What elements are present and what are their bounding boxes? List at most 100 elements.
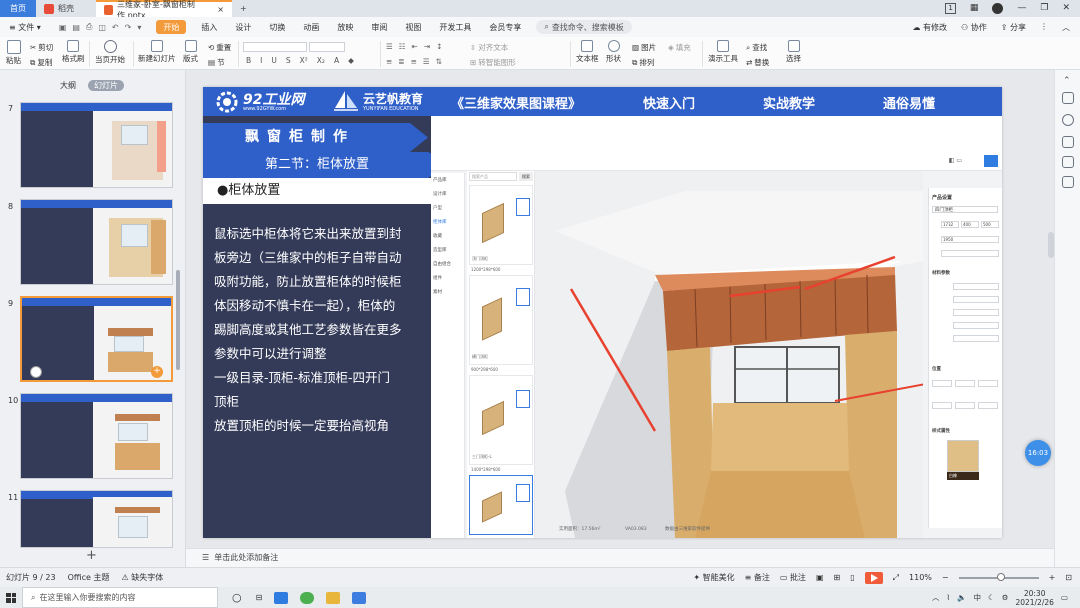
menu-start[interactable]: 开始	[156, 20, 187, 34]
shape-button[interactable]: 形状	[606, 40, 621, 64]
task-view-icon[interactable]: ○	[232, 591, 242, 604]
more-icon[interactable]: ▾	[137, 23, 141, 32]
add-icon[interactable]: +	[151, 366, 163, 378]
ime-indicator[interactable]: 中	[973, 592, 981, 603]
align-left-icon[interactable]: ≡	[386, 57, 392, 66]
reset-button[interactable]: ⟲ 重置	[208, 42, 231, 53]
modified-status[interactable]: ☁ 有修改	[912, 22, 947, 33]
bold-icon[interactable]: B	[246, 56, 251, 65]
avatar[interactable]	[992, 3, 1004, 14]
collapse-ribbon-icon[interactable]: ︿	[1062, 22, 1070, 33]
cut-button[interactable]: ✂ 剪切	[30, 42, 53, 53]
play-icon[interactable]	[30, 366, 42, 378]
picture-button[interactable]: ▨ 图片	[632, 42, 656, 53]
menu-view[interactable]: 视图	[396, 17, 430, 37]
zoom-slider[interactable]	[958, 572, 1039, 581]
section-button[interactable]: ▤ 节	[208, 57, 225, 68]
app-icon-folder[interactable]	[326, 591, 341, 604]
network-icon[interactable]: ⌇	[946, 593, 950, 602]
align-right-icon[interactable]: ≡	[411, 57, 417, 66]
superscript-icon[interactable]: X²	[300, 56, 308, 65]
tab-outline[interactable]: 大纲	[60, 80, 76, 91]
fit-slide-icon[interactable]: ⊡	[1065, 573, 1072, 582]
volume-icon[interactable]: 🔈	[957, 593, 966, 602]
more-menu-icon[interactable]: ⋮	[1040, 22, 1048, 33]
start-button[interactable]	[0, 587, 22, 608]
align-text-button[interactable]: ⇳ 对齐文本	[470, 42, 508, 53]
ime-mode-icon[interactable]: ☾	[988, 593, 995, 602]
menu-animation[interactable]: 动画	[294, 17, 328, 37]
convert-smartart-button[interactable]: ⊞ 转智能图形	[470, 57, 516, 68]
help-icon[interactable]	[1062, 176, 1074, 188]
copy-button[interactable]: ⧉ 复制	[30, 57, 52, 68]
italic-icon[interactable]: I	[260, 56, 262, 65]
tray-up-icon[interactable]: ︿	[932, 592, 940, 603]
notes-toggle-button[interactable]: ≡ 备注	[745, 572, 770, 583]
zoom-level[interactable]: 110%	[909, 573, 932, 582]
beautify-button[interactable]: ✦ 智能美化	[693, 572, 734, 583]
highlight-icon[interactable]: ◆	[348, 56, 354, 65]
add-slide-button[interactable]: +	[86, 548, 97, 563]
ime-settings-icon[interactable]: ⚙	[1002, 593, 1009, 602]
print-icon[interactable]: ⎙	[86, 22, 92, 32]
close-icon[interactable]: ✕	[1062, 3, 1070, 14]
strikethrough-icon[interactable]: S	[286, 56, 291, 65]
share-button[interactable]: ⇪ 分享	[1001, 22, 1026, 33]
slide-thumbnail-7[interactable]	[20, 102, 173, 188]
zoom-in-icon[interactable]: +	[1049, 573, 1056, 582]
menu-insert[interactable]: 插入	[192, 17, 226, 37]
zoom-out-icon[interactable]: −	[942, 573, 949, 582]
app-icon-wechat[interactable]	[300, 591, 315, 604]
redo-icon[interactable]: ↷	[125, 23, 132, 32]
menu-member[interactable]: 会员专享	[480, 17, 530, 37]
find-button[interactable]: ⌕ 查找	[746, 42, 767, 53]
underline-icon[interactable]: U	[271, 56, 277, 65]
menu-slideshow[interactable]: 放映	[328, 17, 362, 37]
slide-thumbnail-11[interactable]	[20, 490, 173, 548]
undo-icon[interactable]: ↶	[112, 23, 119, 32]
slideshow-play-button[interactable]	[864, 571, 883, 584]
font-name-select[interactable]	[243, 42, 307, 52]
font-size-select[interactable]	[309, 42, 345, 52]
app-icon-wps[interactable]	[352, 591, 367, 604]
thumbnail-scrollbar[interactable]	[176, 270, 180, 370]
font-color-icon[interactable]: A	[334, 56, 339, 65]
menu-design[interactable]: 设计	[226, 17, 260, 37]
select-button[interactable]: 选择	[786, 40, 801, 64]
slide-thumbnail-8[interactable]	[20, 199, 173, 285]
taskbar-search-box[interactable]: ⌕ 在这里输入你要搜索的内容	[22, 587, 218, 608]
subscript-icon[interactable]: X₂	[317, 56, 325, 65]
reading-view-icon[interactable]: ▯	[850, 573, 854, 582]
restore-icon[interactable]: ❐	[1040, 3, 1048, 14]
preview-icon[interactable]: ◫	[98, 23, 106, 32]
format-painter-button[interactable]: 格式刷	[62, 40, 85, 64]
slide-thumbnail-9-selected[interactable]: +	[20, 296, 173, 382]
notes-pane[interactable]: ☰ 单击此处添加备注	[186, 548, 1054, 567]
replace-button[interactable]: ⇄ 替换	[746, 57, 769, 68]
save-icon[interactable]: ▣	[59, 23, 67, 32]
text-box-button[interactable]: 文本框	[576, 40, 599, 64]
command-search[interactable]: ⌕ 查找命令、搜索模板	[536, 20, 632, 34]
text-direction-icon[interactable]: ⇅	[436, 57, 442, 66]
tab-document[interactable]: 三维家-卧室-飘窗柜制作.pptx ×	[96, 0, 232, 20]
menu-transition[interactable]: 切换	[260, 17, 294, 37]
timer-bubble[interactable]: 16:03	[1025, 440, 1051, 466]
task-switch-icon[interactable]: ⊟	[256, 593, 263, 602]
menu-developer[interactable]: 开发工具	[430, 17, 480, 37]
presenter-tools-button[interactable]: 演示工具	[708, 40, 738, 64]
layout-button[interactable]: 版式	[183, 40, 198, 64]
comments-button[interactable]: ▭ 批注	[780, 572, 806, 583]
close-tab-icon[interactable]: ×	[217, 5, 224, 14]
grid-icon[interactable]: ▦	[970, 3, 979, 14]
fill-button[interactable]: ◈ 填充	[668, 42, 691, 53]
arrange-button[interactable]: ⧉ 排列	[632, 57, 654, 68]
sorter-view-icon[interactable]: ⊞	[834, 573, 841, 582]
bullet-list-icon[interactable]: ☰	[386, 42, 393, 51]
zoom-slider-knob[interactable]	[996, 572, 1005, 581]
fit-window-icon[interactable]: ⤢	[893, 573, 899, 583]
numbered-list-icon[interactable]: ☷	[399, 42, 406, 51]
indent-increase-icon[interactable]: ⇥	[424, 42, 430, 51]
tab-daoke[interactable]: 稻壳	[36, 0, 96, 17]
animation-icon[interactable]	[1062, 114, 1074, 126]
app-icon-calendar[interactable]	[274, 591, 289, 604]
